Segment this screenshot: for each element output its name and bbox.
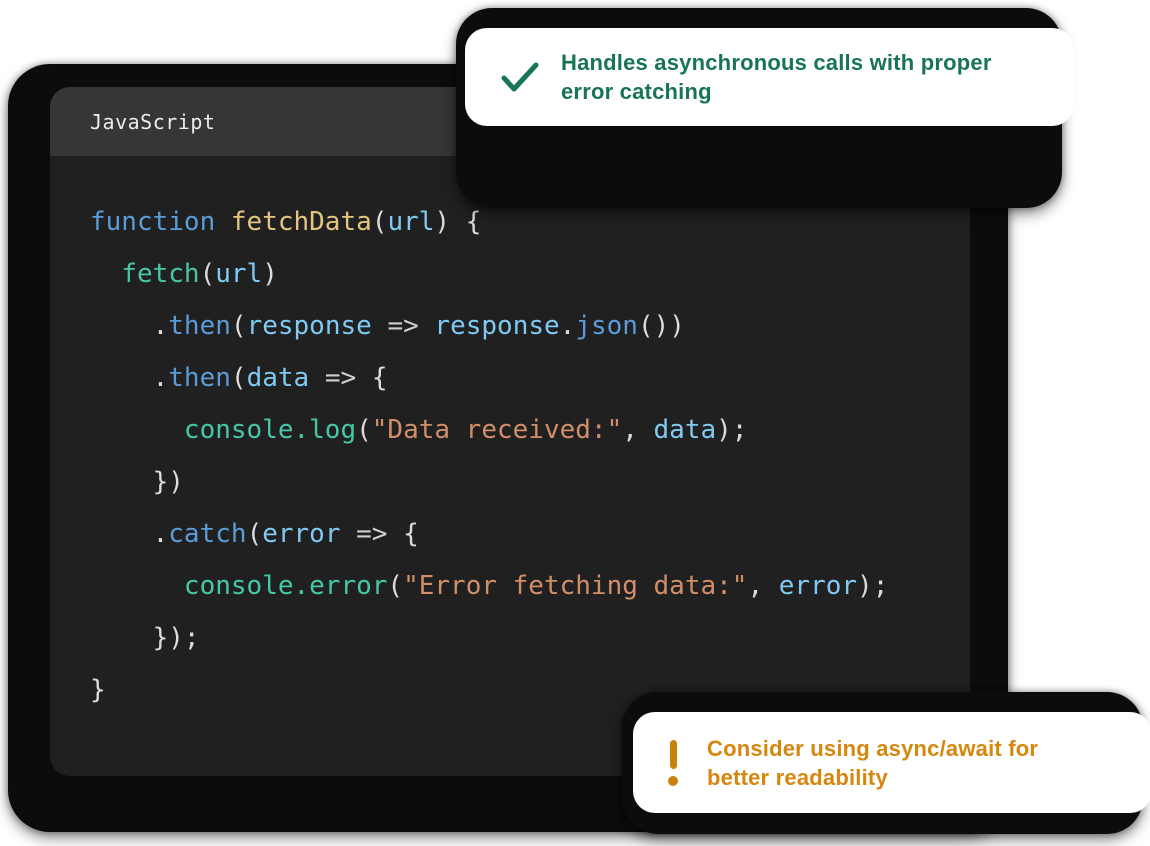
code-token-tl: console.log xyxy=(184,415,356,445)
code-line: console.error("Error fetching data:", er… xyxy=(90,560,970,612)
code-token-pl xyxy=(356,363,372,393)
code-line: .then(data => { xyxy=(90,352,970,404)
code-token-pl xyxy=(90,571,184,601)
code-token-pu: ( xyxy=(200,259,216,289)
code-token-vr: url xyxy=(215,259,262,289)
code-token-vr: data xyxy=(247,363,310,393)
code-token-pl xyxy=(90,519,153,549)
code-token-pu: }); xyxy=(153,623,200,653)
code-token-st: "Error fetching data:" xyxy=(403,571,747,601)
code-token-bl: catch xyxy=(168,519,246,549)
code-line: .catch(error => { xyxy=(90,508,970,560)
code-token-tl: fetch xyxy=(121,259,199,289)
code-token-op: => xyxy=(387,311,418,341)
code-token-pu: , xyxy=(747,571,763,601)
code-token-pu: ( xyxy=(247,519,263,549)
code-token-pl xyxy=(387,519,403,549)
code-line: }) xyxy=(90,456,970,508)
code-token-pu: { xyxy=(372,363,388,393)
code-token-st: "Data received:" xyxy=(372,415,622,445)
code-token-pu: ( xyxy=(372,207,388,237)
exclamation-bar xyxy=(670,740,677,769)
code-token-pl xyxy=(90,467,153,497)
code-token-pl xyxy=(419,311,435,341)
code-token-pu: , xyxy=(622,415,638,445)
code-token-pu: ( xyxy=(387,571,403,601)
code-token-pl xyxy=(90,623,153,653)
code-token-pu: ) xyxy=(434,207,450,237)
editor-language-label: JavaScript xyxy=(90,110,215,134)
code-token-pu: ); xyxy=(857,571,888,601)
code-area: function fetchData(url) { fetch(url) .th… xyxy=(50,156,970,716)
code-token-pu: ()) xyxy=(638,311,685,341)
illustration-canvas: JavaScript function fetchData(url) { fet… xyxy=(0,0,1150,846)
code-token-fn: fetchData xyxy=(231,207,372,237)
code-token-pu: ( xyxy=(356,415,372,445)
exclamation-icon xyxy=(667,740,679,786)
code-token-vr: data xyxy=(654,415,717,445)
code-token-tl: console.error xyxy=(184,571,388,601)
code-line: console.log("Data received:", data); xyxy=(90,404,970,456)
code-token-pu: ( xyxy=(231,363,247,393)
code-token-pu: { xyxy=(403,519,419,549)
code-token-pl xyxy=(309,363,325,393)
code-token-pu: . xyxy=(560,311,576,341)
code-token-pu: } xyxy=(90,675,106,705)
code-token-vr: url xyxy=(387,207,434,237)
code-token-op: => xyxy=(356,519,387,549)
code-token-bl: then xyxy=(168,363,231,393)
code-token-kw: function xyxy=(90,207,215,237)
code-token-bl: then xyxy=(168,311,231,341)
code-token-pu: . xyxy=(153,519,169,549)
code-token-pl xyxy=(90,415,184,445)
code-line: fetch(url) xyxy=(90,248,970,300)
code-token-pu: . xyxy=(153,363,169,393)
code-token-pu: ) xyxy=(262,259,278,289)
code-token-pl xyxy=(341,519,357,549)
warning-callout: Consider using async/await for better re… xyxy=(633,712,1150,813)
code-token-vr: response xyxy=(247,311,372,341)
warning-callout-text: Consider using async/await for better re… xyxy=(707,734,1089,792)
code-token-pu: ( xyxy=(231,311,247,341)
check-icon xyxy=(501,61,539,93)
exclamation-dot xyxy=(668,776,678,786)
code-token-pl xyxy=(638,415,654,445)
code-token-pu: }) xyxy=(153,467,184,497)
code-token-pl xyxy=(450,207,466,237)
code-token-vr: error xyxy=(779,571,857,601)
code-token-pl xyxy=(90,363,153,393)
code-token-bl: json xyxy=(575,311,638,341)
code-token-pl xyxy=(90,311,153,341)
code-token-pl xyxy=(763,571,779,601)
code-token-vr: response xyxy=(434,311,559,341)
success-callout-text: Handles asynchronous calls with proper e… xyxy=(561,48,1043,106)
code-token-op: => xyxy=(325,363,356,393)
code-line: }); xyxy=(90,612,970,664)
code-line: .then(response => response.json()) xyxy=(90,300,970,352)
success-callout: Handles asynchronous calls with proper e… xyxy=(465,28,1074,126)
code-token-pu: . xyxy=(153,311,169,341)
code-token-pu: ); xyxy=(716,415,747,445)
code-token-pl xyxy=(372,311,388,341)
code-token-pl xyxy=(90,259,121,289)
code-token-vr: error xyxy=(262,519,340,549)
code-token-pl xyxy=(215,207,231,237)
code-token-pu: { xyxy=(466,207,482,237)
